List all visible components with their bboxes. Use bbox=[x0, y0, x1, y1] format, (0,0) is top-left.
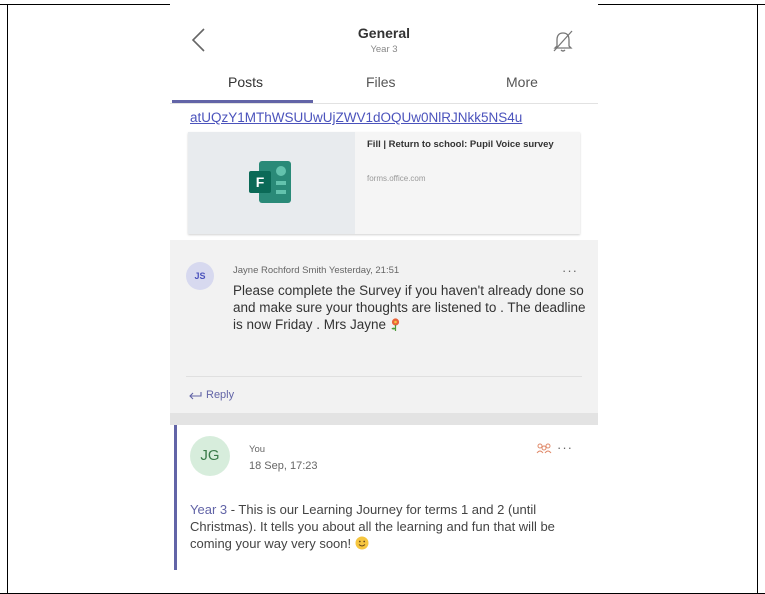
survey-link[interactable]: atUQzY1MThWSUUwUjZWV1dOQUw0NlRJNkk5NS4u bbox=[190, 110, 522, 125]
post-body: Year 3 - This is our Learning Journey fo… bbox=[190, 501, 585, 552]
message-body: Please complete the Survey if you haven'… bbox=[233, 282, 588, 333]
group-icon bbox=[536, 443, 552, 454]
table-border-right bbox=[757, 4, 758, 594]
message-text: Please complete the Survey if you haven'… bbox=[233, 283, 586, 332]
card-domain: forms.office.com bbox=[367, 174, 426, 183]
table-border-left bbox=[7, 4, 8, 594]
card-title: Fill | Return to school: Pupil Voice sur… bbox=[367, 139, 554, 150]
channel-header: General Year 3 Posts Files More bbox=[170, 0, 598, 104]
channel-title: General bbox=[357, 25, 411, 41]
reply-button[interactable]: Reply bbox=[188, 389, 234, 401]
channel-mention[interactable]: Year 3 bbox=[190, 502, 227, 517]
tab-more[interactable]: More bbox=[506, 74, 538, 90]
reply-arrow-icon bbox=[189, 392, 202, 400]
message-meta: Jayne Rochford Smith Yesterday, 21:51 bbox=[233, 265, 400, 276]
microsoft-forms-icon: F bbox=[249, 161, 291, 203]
link-preview-card[interactable]: F Fill | Return to school: Pupil Voice s… bbox=[188, 132, 580, 234]
post-timestamp: 18 Sep, 17:23 bbox=[249, 460, 318, 472]
header-divider bbox=[170, 103, 598, 104]
reply-divider bbox=[186, 376, 582, 377]
card-thumbnail: F bbox=[188, 132, 355, 234]
post-author: You bbox=[249, 444, 266, 455]
avatar[interactable]: JS bbox=[186, 262, 214, 290]
svg-text:F: F bbox=[256, 174, 265, 190]
smile-emoji-icon bbox=[355, 536, 369, 550]
avatar[interactable]: JG bbox=[190, 436, 230, 476]
tab-posts[interactable]: Posts bbox=[228, 74, 263, 90]
teams-channel-screen: General Year 3 Posts Files More atUQzY1M… bbox=[170, 0, 598, 570]
team-subtitle: Year 3 bbox=[370, 44, 398, 55]
thread-separator bbox=[170, 413, 598, 425]
post-text: - This is our Learning Journey for terms… bbox=[190, 502, 555, 551]
reply-label: Reply bbox=[206, 389, 235, 401]
tab-files[interactable]: Files bbox=[366, 74, 396, 90]
bell-off-icon[interactable] bbox=[550, 28, 576, 54]
more-options-icon[interactable]: ··· bbox=[562, 263, 578, 278]
post-accent-bar bbox=[174, 425, 177, 570]
more-options-icon[interactable]: ··· bbox=[557, 440, 573, 455]
flower-emoji-icon bbox=[391, 318, 399, 332]
